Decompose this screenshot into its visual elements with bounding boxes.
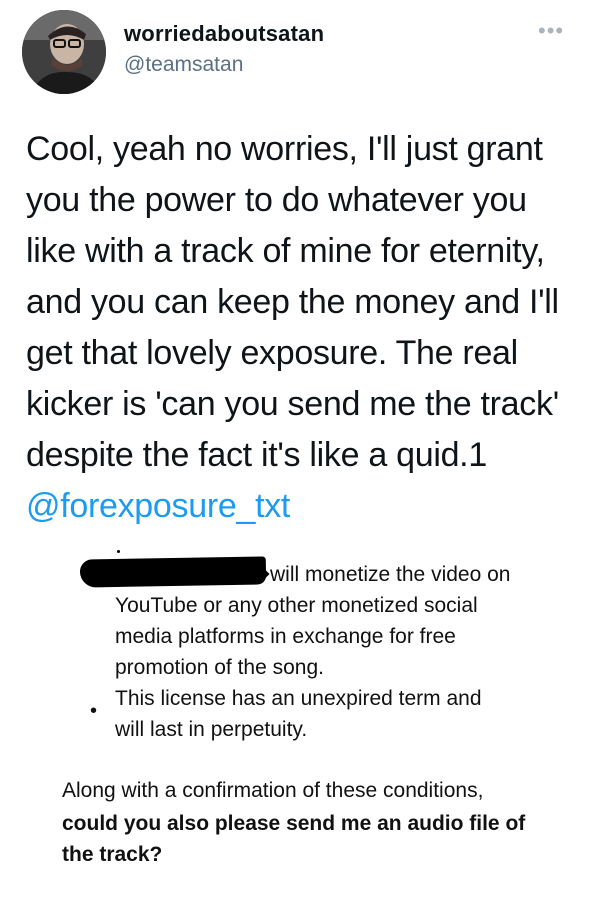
email-bold-line: the track?: [62, 843, 163, 866]
email-text-line: promotion of the song.: [115, 656, 324, 679]
user-handle[interactable]: @teamsatan: [124, 53, 243, 77]
attached-screenshot-image[interactable]: will monetize the video on YouTube or an…: [0, 548, 599, 901]
email-text-line: This license has an unexpired term and: [115, 687, 482, 710]
tweet-line: and you can keep the money and I'll: [26, 283, 559, 321]
email-text-line: will monetize the video on: [270, 563, 511, 586]
mention-link[interactable]: @forexposure_txt: [26, 481, 586, 532]
tweet-line: despite the fact it's like a quid.1: [26, 436, 487, 474]
redaction-scribble: [79, 556, 267, 588]
email-text-line: YouTube or any other monetized social: [115, 594, 478, 617]
bullet-point: •: [90, 700, 98, 722]
tweet-line: Cool, yeah no worries, I'll just grant: [26, 130, 543, 168]
email-text-line: will last in perpetuity.: [115, 718, 308, 741]
tweet-text: Cool, yeah no worries, I'll just grant y…: [26, 124, 586, 532]
more-options-icon[interactable]: •••: [538, 20, 564, 42]
display-name[interactable]: worriedaboutsatan: [124, 21, 324, 47]
avatar[interactable]: [22, 10, 106, 94]
email-text-line: media platforms in exchange for free: [115, 625, 456, 648]
stray-mark: [117, 550, 120, 553]
tweet-line: get that lovely exposure. The real: [26, 334, 518, 372]
tweet-line: like with a track of mine for eternity,: [26, 232, 545, 270]
tweet-line: kicker is 'can you send me the track': [26, 385, 559, 423]
avatar-photo: [22, 10, 106, 94]
tweet-line: you the power to do whatever you: [26, 181, 527, 219]
email-text-line: Along with a confirmation of these condi…: [62, 779, 484, 802]
email-bold-line: could you also please send me an audio f…: [62, 812, 526, 835]
